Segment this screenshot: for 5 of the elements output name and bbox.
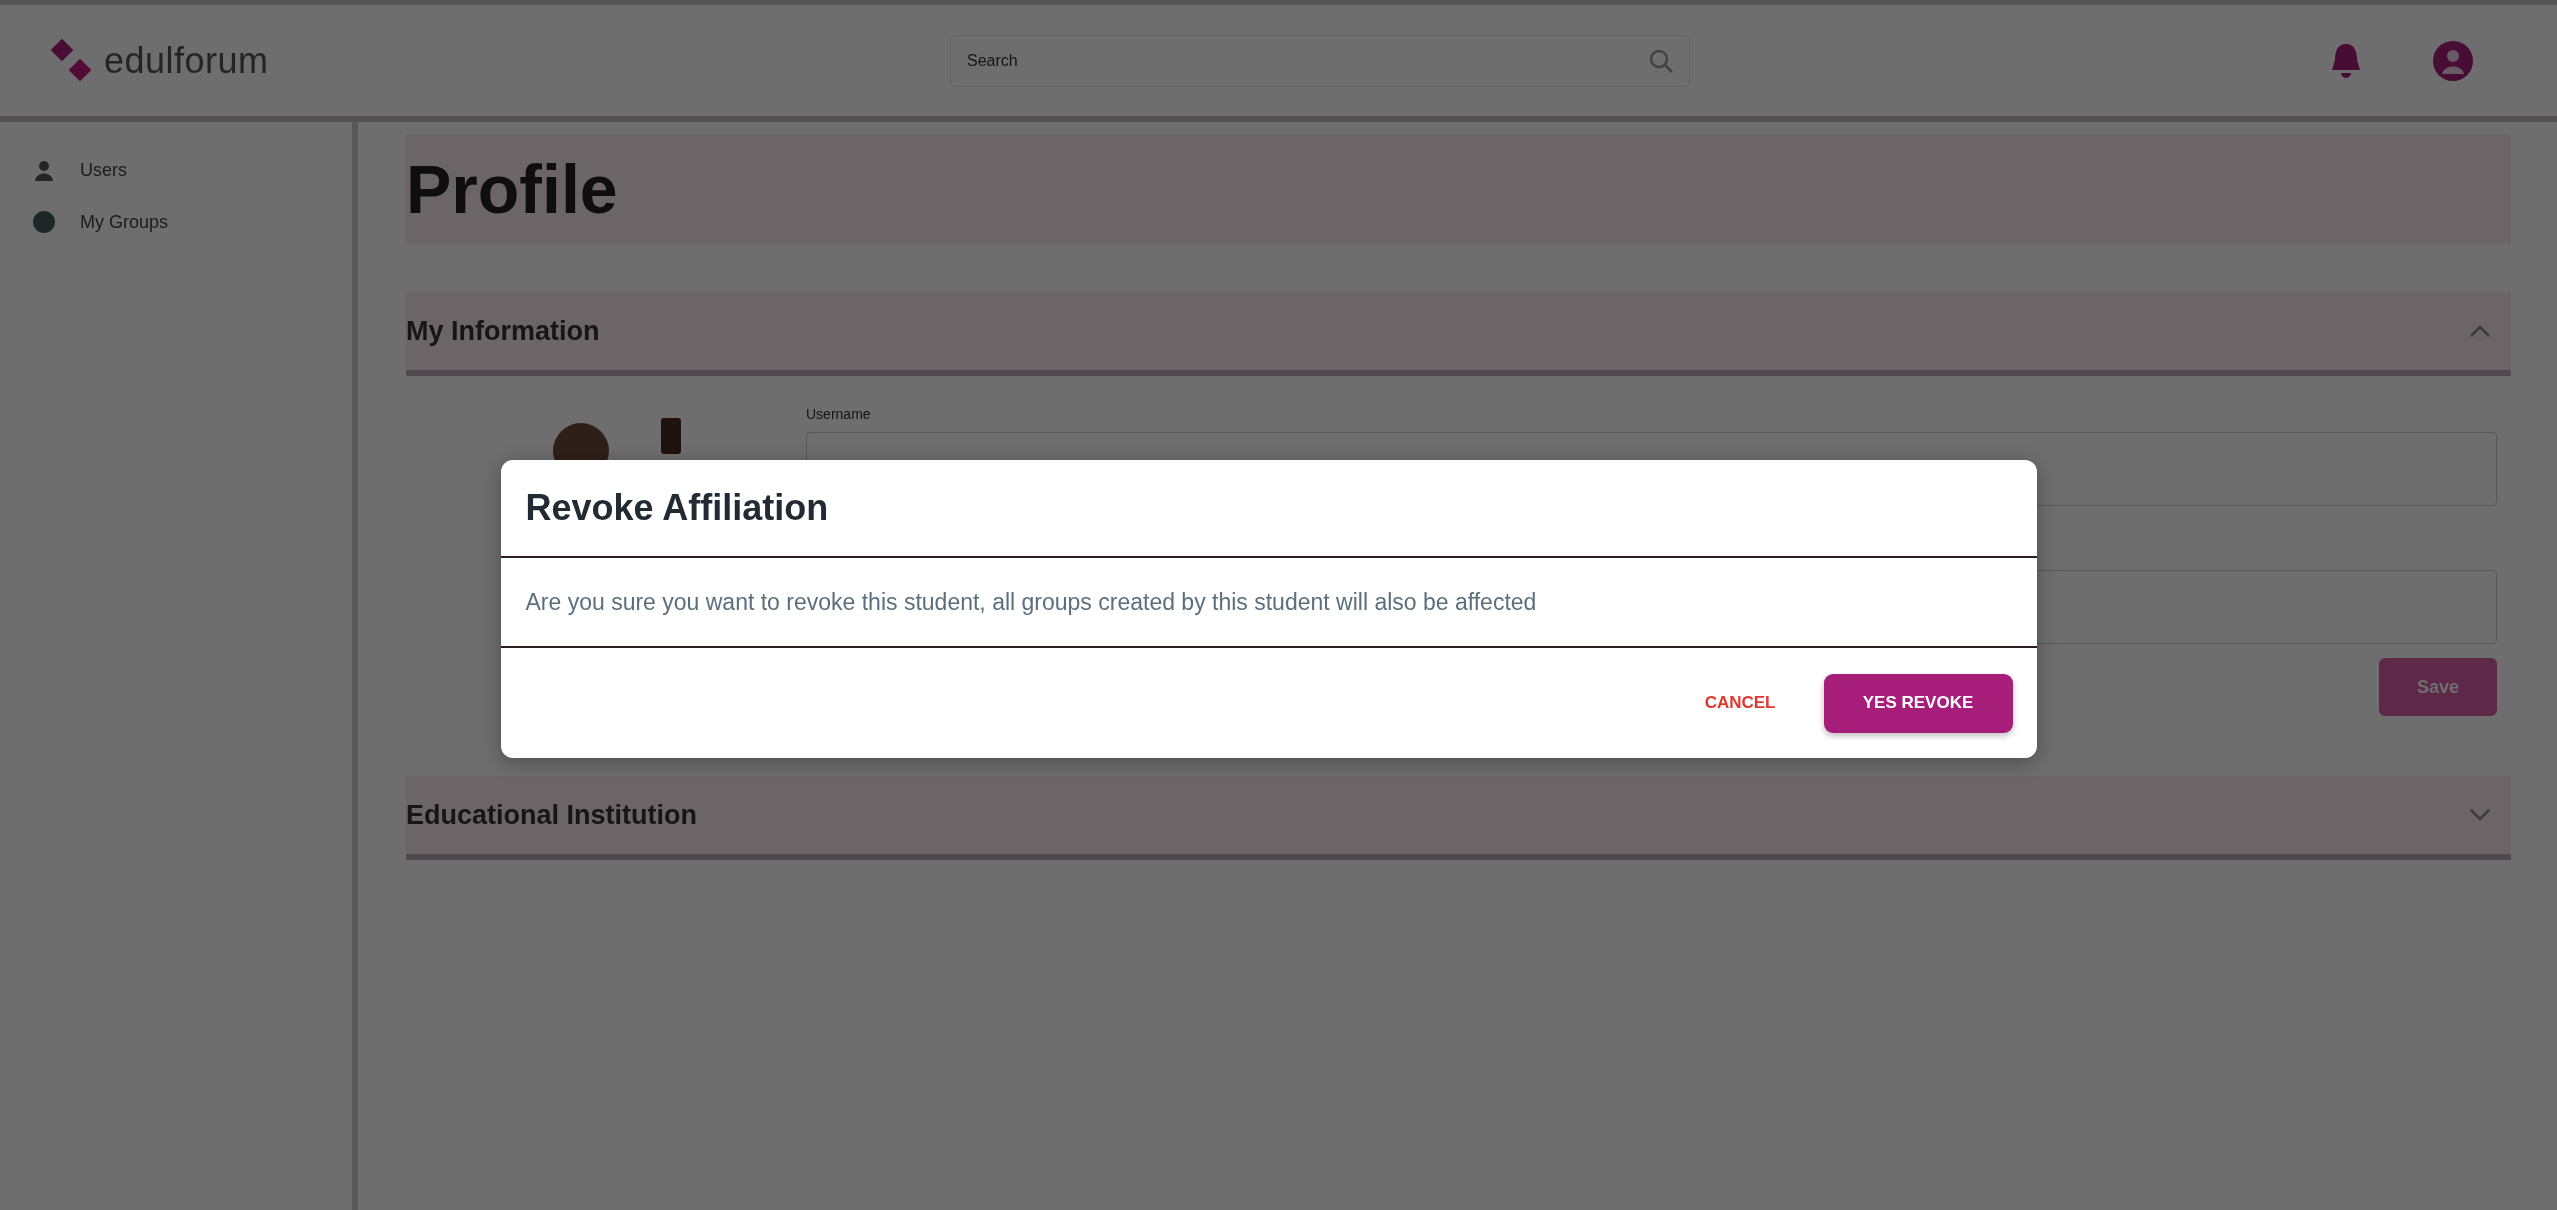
page-title: Profile [406, 150, 618, 228]
field-label: Username [806, 406, 872, 422]
logo-text: edulforum [104, 39, 269, 82]
dialog-message: Are you sure you want to revoke this student, all groups created by this student will also be affected [500, 558, 2037, 648]
dialog-title: Revoke Affiliation [500, 460, 2037, 558]
